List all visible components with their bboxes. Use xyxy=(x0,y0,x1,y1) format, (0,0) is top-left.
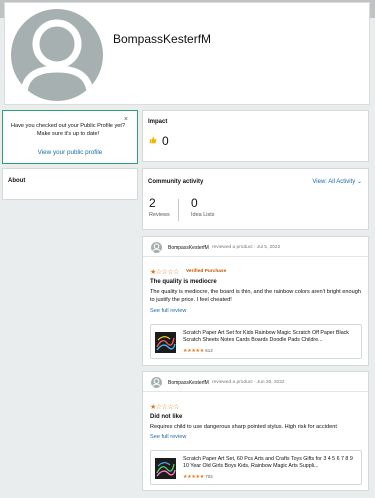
impact-count: 0 xyxy=(162,134,169,148)
default-user-icon xyxy=(20,19,94,96)
impact-section: Impact 0 xyxy=(142,110,369,162)
product-image xyxy=(155,458,176,479)
default-user-icon xyxy=(152,243,161,253)
product-title[interactable]: Scratch Paper Art Set, 60 Pcs Arts and C… xyxy=(183,456,359,470)
star-rating: ★☆☆☆☆ xyxy=(150,404,179,411)
profile-name: BompassKesterfM xyxy=(113,32,212,46)
verified-purchase-badge: Verified Purchase xyxy=(186,269,227,274)
prompt-text: Have you checked out your Public Profile… xyxy=(10,123,126,137)
review-meta: reviewed a product · Jun 26, 2022 xyxy=(212,380,285,385)
impact-title: Impact xyxy=(148,119,168,125)
product-thumbnail-icon xyxy=(155,332,176,353)
community-title: Community activity xyxy=(148,179,204,185)
about-section: About xyxy=(2,168,138,200)
profile-avatar[interactable] xyxy=(11,9,103,101)
review-title[interactable]: The quality is mediocre xyxy=(150,279,217,285)
helpful-vote-icon xyxy=(149,136,157,144)
public-profile-prompt: × Have you checked out your Public Profi… xyxy=(2,110,138,164)
reviews-count: 2 xyxy=(149,196,156,210)
reviewer-avatar[interactable] xyxy=(151,242,162,253)
review-body: The quality is mediocre, the board is th… xyxy=(150,289,361,303)
review-card: BompassKesterfM reviewed a product · Jul… xyxy=(142,236,369,366)
star-rating: ★☆☆☆☆ xyxy=(150,269,179,276)
stat-divider xyxy=(178,199,179,221)
product-card[interactable]: Scratch Paper Art Set, 60 Pcs Arts and C… xyxy=(150,450,362,485)
review-header: BompassKesterfM reviewed a product · Jul… xyxy=(143,237,368,257)
product-image xyxy=(155,332,176,353)
review-header: BompassKesterfM reviewed a product · Jun… xyxy=(143,372,368,392)
idea-lists-label: Idea Lists xyxy=(191,212,215,218)
reviews-label: Reviews xyxy=(149,212,170,218)
product-rating: ★★★★★ 702 xyxy=(183,474,213,480)
view-public-profile-link[interactable]: View your public profile xyxy=(3,149,137,156)
product-title[interactable]: Scratch Paper Art Set for Kids Rainbow M… xyxy=(183,330,359,344)
product-thumbnail-icon xyxy=(155,458,176,479)
community-activity: Community activity View: All Activity ⌄ … xyxy=(142,168,369,230)
reviewer-name[interactable]: BompassKesterfM xyxy=(168,245,209,251)
review-title[interactable]: Did not like xyxy=(150,414,182,420)
reviewer-name[interactable]: BompassKesterfM xyxy=(168,380,209,386)
about-title: About xyxy=(8,178,26,184)
product-stars: ★★★★★ xyxy=(183,474,204,480)
review-card: BompassKesterfM reviewed a product · Jun… xyxy=(142,371,369,491)
review-body: Requires child to use dangerous sharp po… xyxy=(150,424,337,430)
product-rating-count: 614 xyxy=(205,348,213,353)
product-rating: ★★★★★ 614 xyxy=(183,348,213,354)
close-icon[interactable]: × xyxy=(124,116,128,123)
review-meta: reviewed a product · Jul 5, 2022 xyxy=(212,245,281,250)
product-card[interactable]: Scratch Paper Art Set for Kids Rainbow M… xyxy=(150,324,362,359)
product-rating-count: 702 xyxy=(205,474,213,479)
activity-filter-dropdown[interactable]: View: All Activity ⌄ xyxy=(312,178,362,185)
see-full-review-link[interactable]: See full review xyxy=(150,434,186,440)
idea-lists-count: 0 xyxy=(191,196,198,210)
see-full-review-link[interactable]: See full review xyxy=(150,308,186,314)
product-stars: ★★★★★ xyxy=(183,348,204,354)
default-user-icon xyxy=(152,378,161,388)
reviewer-avatar[interactable] xyxy=(151,377,162,388)
profile-header: BompassKesterfM xyxy=(4,2,370,105)
